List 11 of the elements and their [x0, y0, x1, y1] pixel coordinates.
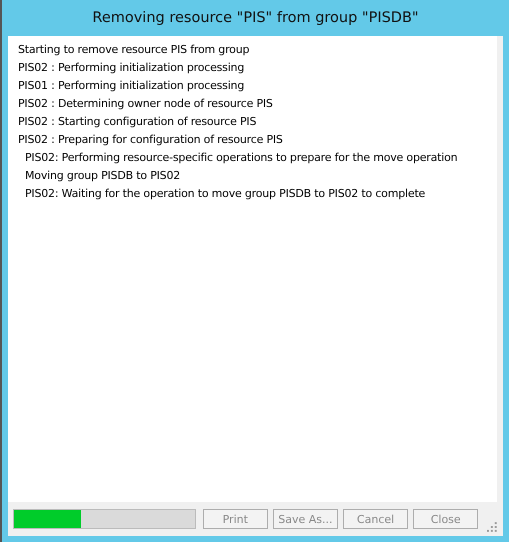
- log-line: PIS02 : Performing initialization processing: [18, 60, 246, 76]
- log-line: Moving group PISDB to PIS02: [24, 168, 182, 184]
- log-line: Starting to remove resource PIS from group: [18, 42, 250, 58]
- log-line: PIS02 : Determining owner node of resource PIS: [18, 96, 274, 112]
- log-line: PIS02 : Starting configuration of resource PIS: [18, 114, 258, 130]
- log-line: PIS01 : Performing initialization processing: [18, 78, 246, 94]
- log-line: PIS02 : Preparing for configuration of resource PIS: [18, 132, 284, 148]
- window-title: Removing resource "PIS" from group "PISDB": [91, 9, 420, 28]
- log-line: PIS02: Performing resource-specific operations to prepare for the move operation: [24, 150, 458, 166]
- resize-grip-icon[interactable]: [487, 522, 497, 532]
- log-line: PIS02: Waiting for the operation to move group PISDB to PIS02 to complete: [24, 186, 426, 202]
